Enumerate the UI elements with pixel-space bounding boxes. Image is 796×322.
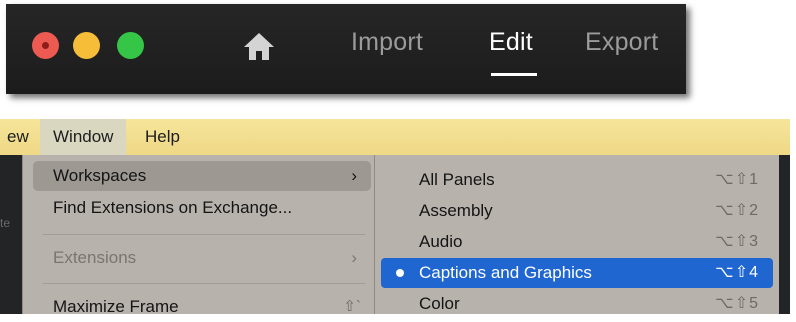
menu-window[interactable]: Window [40,119,127,155]
workspaces-submenu: All Panels ⌥⇧1 Assembly ⌥⇧2 Audio ⌥⇧3 Ca… [374,155,779,314]
workspace-item-audio[interactable]: Audio ⌥⇧3 [381,227,773,257]
workspace-item-all-panels[interactable]: All Panels ⌥⇧1 [381,165,773,195]
home-icon[interactable] [242,31,276,61]
menu-view[interactable]: ew [0,119,42,155]
workspace-label: Color [419,294,460,313]
workspace-label: Audio [419,232,463,251]
menu-help[interactable]: Help [132,119,193,155]
tab-edit[interactable]: Edit [489,28,533,57]
close-window-button[interactable] [32,32,59,59]
workspace-label: Assembly [419,201,493,220]
workspace-item-color[interactable]: Color ⌥⇧5 [381,289,773,319]
chevron-right-icon: › [351,248,357,267]
tab-import[interactable]: Import [351,28,423,57]
menu-item-extensions[interactable]: Extensions › [33,243,371,273]
shortcut-label: ⌥⇧4 [715,264,759,281]
active-tab-indicator [491,73,537,76]
menu-bar: ew Window Help [0,119,790,155]
menu-item-label: Find Extensions on Exchange... [53,198,293,217]
menu-item-workspaces[interactable]: Workspaces › [33,161,371,191]
app-header: Import Edit Export [6,4,686,94]
bullet-dot-icon [396,269,404,277]
tab-export[interactable]: Export [585,28,658,57]
shortcut-label: ⌥⇧1 [715,171,759,188]
menu-item-label: Extensions [53,248,137,267]
background-text-fragment: te [0,216,11,230]
shortcut-label: ⌥⇧2 [715,202,759,219]
menu-item-find-extensions[interactable]: Find Extensions on Exchange... [33,193,371,223]
zoom-window-button[interactable] [117,32,144,59]
menu-item-label: Workspaces [53,166,147,185]
minimize-window-button[interactable] [73,32,100,59]
shortcut-label: ⌥⇧5 [715,295,759,312]
menu-item-label: Maximize Frame [53,297,179,316]
workspace-label: Captions and Graphics [419,263,592,282]
workspace-label: All Panels [419,170,495,189]
window-menu: Workspaces › Find Extensions on Exchange… [22,155,375,316]
shortcut-label: ⌥⇧3 [715,233,759,250]
menu-separator [43,283,365,284]
chevron-right-icon: › [351,166,357,185]
workspace-item-captions-and-graphics[interactable]: Captions and Graphics ⌥⇧4 [381,258,773,288]
workspace-item-assembly[interactable]: Assembly ⌥⇧2 [381,196,773,226]
menu-item-maximize-frame[interactable]: Maximize Frame ⇧` [33,292,371,322]
shortcut-label: ⇧` [343,298,361,315]
menu-separator [43,234,365,235]
